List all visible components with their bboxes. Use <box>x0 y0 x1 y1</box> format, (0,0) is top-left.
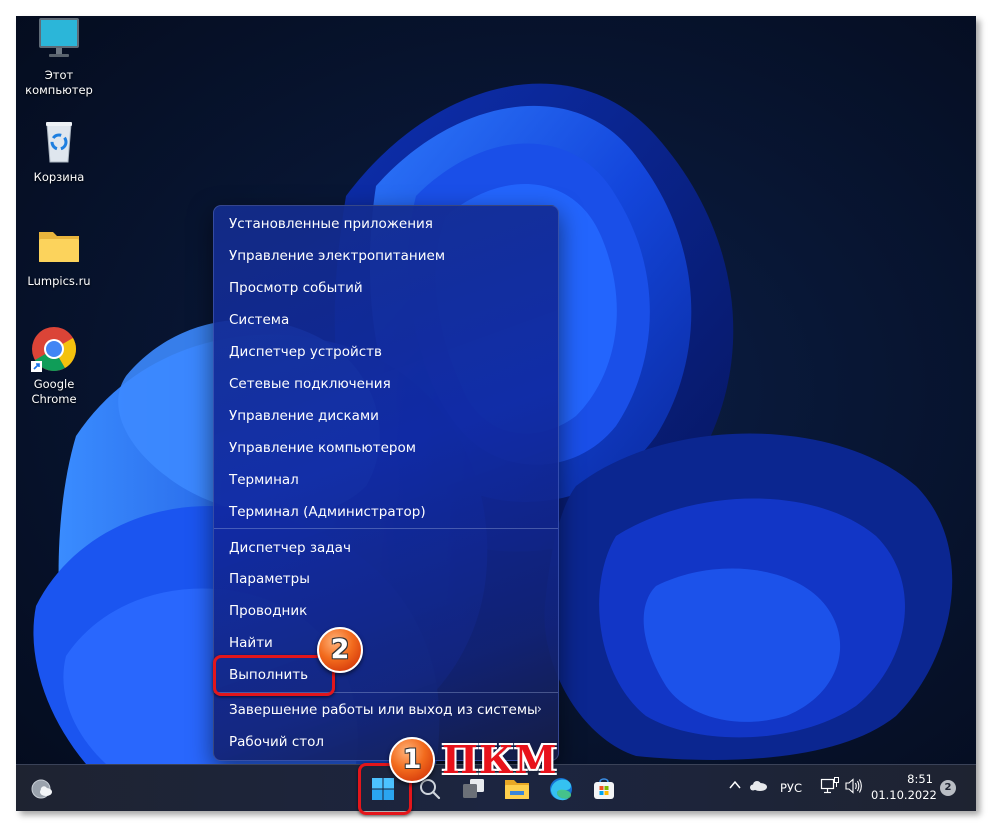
menu-item-computer-management[interactable]: Управление компьютером <box>218 433 554 463</box>
chevron-right-icon: › <box>536 702 542 717</box>
folder-icon <box>35 222 83 270</box>
menu-item-label: Терминал (Администратор) <box>229 504 426 520</box>
clock[interactable]: 8:51 01.10.2022 <box>871 771 937 803</box>
menu-item-terminal-admin[interactable]: Терминал (Администратор) <box>218 497 554 527</box>
clock-time: 8:51 <box>907 772 933 786</box>
ethernet-icon <box>820 777 839 794</box>
menu-item-label: Рабочий стол <box>229 734 324 750</box>
menu-item-network-connections[interactable]: Сетевые подключения <box>218 369 554 399</box>
chevron-up-icon <box>729 780 741 789</box>
menu-item-settings[interactable]: Параметры <box>218 564 554 594</box>
widgets-button[interactable] <box>24 771 60 807</box>
desktop-icon-this-pc[interactable]: Этот компьютер <box>20 16 98 98</box>
menu-item-label: Диспетчер устройств <box>229 344 383 360</box>
clock-date: 01.10.2022 <box>871 788 937 802</box>
menu-separator <box>214 528 558 529</box>
input-language-indicator[interactable]: РУС <box>780 781 802 795</box>
recycle-bin-icon <box>35 118 83 166</box>
cloud-icon <box>750 781 767 791</box>
menu-item-installed-apps[interactable]: Установленные приложения <box>218 209 554 239</box>
desktop-screen: Этот компьютер Корзина Lumpics.ru Google… <box>16 16 976 811</box>
step-1-badge: 1 <box>389 737 435 783</box>
desktop-icon-recycle-bin[interactable]: Корзина <box>20 118 98 185</box>
desktop-icon-label: Этот <box>44 68 74 82</box>
network-tray-icon[interactable] <box>820 776 840 799</box>
highlight-run-menu-item <box>213 655 335 696</box>
menu-item-event-viewer[interactable]: Просмотр событий <box>218 273 554 303</box>
desktop-icon-label: Корзина <box>33 170 85 184</box>
menu-item-label: Терминал <box>229 472 299 488</box>
menu-item-device-manager[interactable]: Диспетчер устройств <box>218 337 554 367</box>
menu-item-label: Диспетчер задач <box>229 540 351 556</box>
menu-item-task-manager[interactable]: Диспетчер задач <box>218 533 554 563</box>
menu-item-label: Управление компьютером <box>229 440 416 456</box>
menu-item-label: Проводник <box>229 603 308 619</box>
desktop-icon-lumpics-folder[interactable]: Lumpics.ru <box>20 222 98 289</box>
desktop-icon-label: Chrome <box>31 392 77 406</box>
menu-item-label: Установленные приложения <box>229 216 433 232</box>
onedrive-tray-icon[interactable] <box>749 779 767 794</box>
tray-overflow-chevron[interactable] <box>728 778 742 796</box>
desktop-icon-label: Lumpics.ru <box>27 274 91 288</box>
menu-item-system[interactable]: Система <box>218 305 554 335</box>
menu-item-terminal[interactable]: Терминал <box>218 465 554 495</box>
desktop-icon-label: компьютер <box>25 83 93 97</box>
menu-item-disk-management[interactable]: Управление дисками <box>218 401 554 431</box>
menu-item-label: Завершение работы или выход из системы <box>229 702 538 718</box>
menu-item-label: Управление электропитанием <box>229 248 445 264</box>
menu-item-label: Сетевые подключения <box>229 376 391 392</box>
menu-item-power-options[interactable]: Управление электропитанием <box>218 241 554 271</box>
menu-item-shut-down-or-sign-out[interactable]: Завершение работы или выход из системы › <box>218 695 554 725</box>
menu-item-label: Управление дисками <box>229 408 379 424</box>
step-2-badge: 2 <box>317 627 363 673</box>
menu-item-search[interactable]: Найти <box>218 628 554 658</box>
volume-tray-icon[interactable] <box>844 777 864 798</box>
desktop-icon-label: Google <box>33 377 75 391</box>
monitor-icon <box>35 16 83 64</box>
menu-item-label: Найти <box>229 635 273 651</box>
store-icon <box>594 778 614 799</box>
menu-item-label: Просмотр событий <box>229 280 363 296</box>
menu-item-label: Параметры <box>229 571 310 587</box>
speaker-icon <box>845 778 862 794</box>
desktop-icon-google-chrome[interactable]: Google Chrome <box>16 325 93 407</box>
weather-widget-icon <box>31 779 52 799</box>
menu-item-file-explorer[interactable]: Проводник <box>218 596 554 626</box>
store-button[interactable] <box>586 771 622 807</box>
right-click-label: ПКМ <box>442 737 558 782</box>
notification-count-badge[interactable]: 2 <box>940 780 956 796</box>
menu-item-label: Система <box>229 312 290 328</box>
chrome-icon <box>30 325 78 373</box>
